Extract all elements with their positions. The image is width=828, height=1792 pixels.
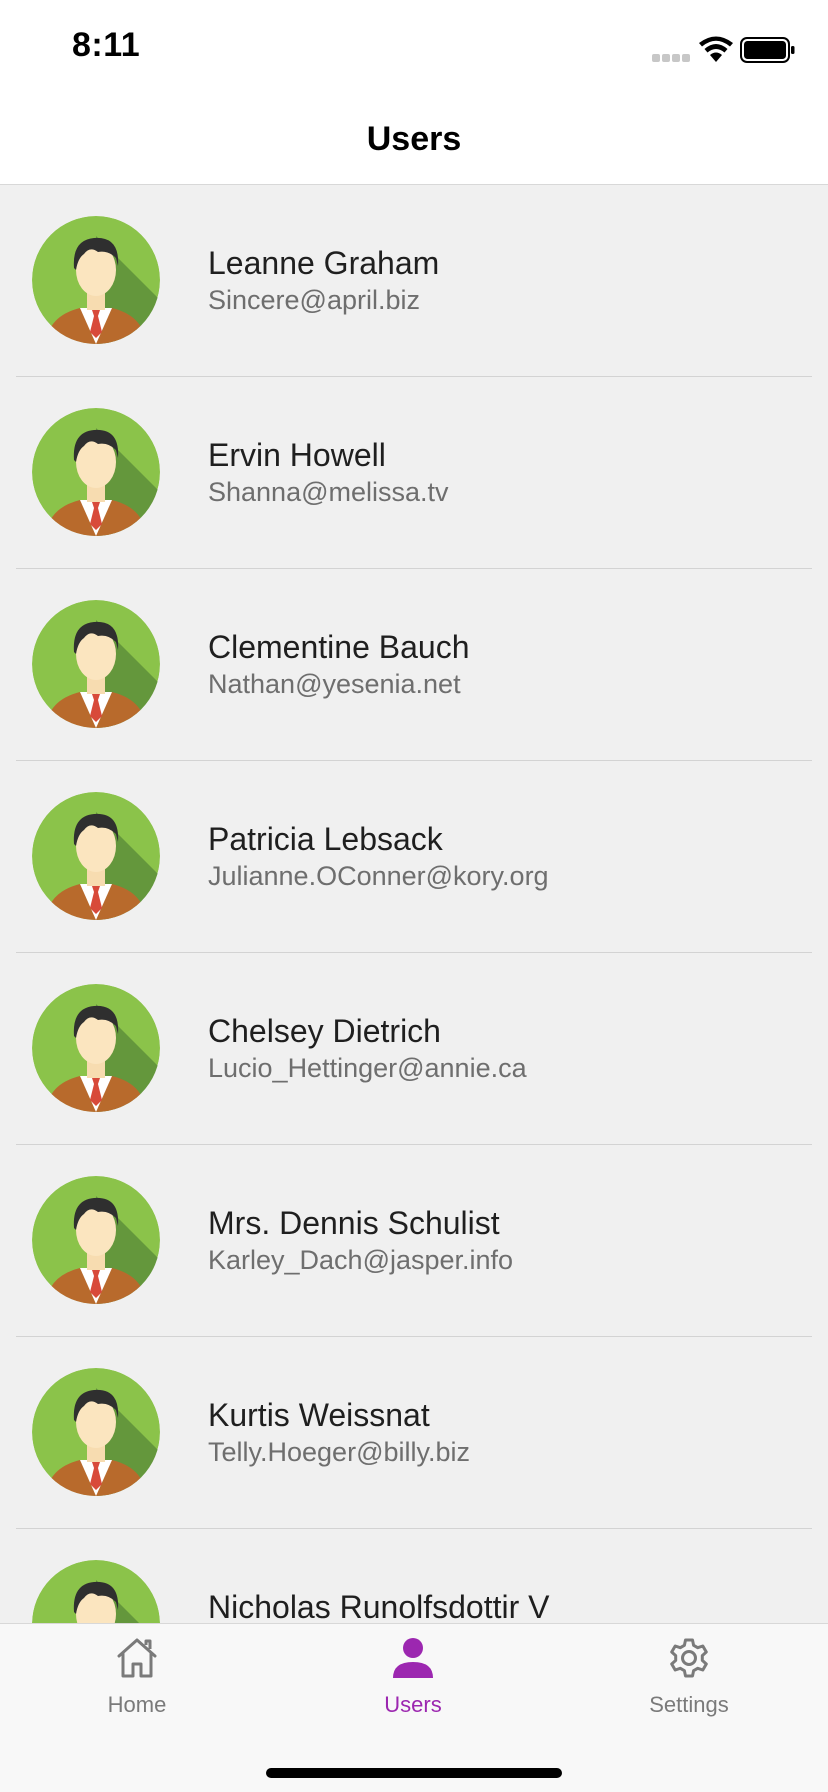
user-email: Shanna@melissa.tv: [208, 477, 449, 507]
avatar: [32, 984, 160, 1112]
list-item[interactable]: Nicholas Runolfsdottir V: [16, 1529, 812, 1623]
avatar: [32, 600, 160, 728]
tab-settings[interactable]: Settings: [599, 1634, 779, 1734]
user-name: Kurtis Weissnat: [208, 1397, 430, 1433]
user-email: Julianne.OConner@kory.org: [208, 861, 549, 891]
avatar: [32, 792, 160, 920]
tab-label: Users: [384, 1692, 442, 1717]
user-name: Nicholas Runolfsdottir V: [208, 1589, 550, 1623]
user-email: Lucio_Hettinger@annie.ca: [208, 1053, 527, 1083]
avatar: [32, 408, 160, 536]
tab-bar: Home Users Settings: [0, 1623, 828, 1792]
tab-label: Home: [107, 1692, 167, 1717]
user-email: Sincere@april.biz: [208, 285, 420, 315]
navigation-bar: Users: [0, 96, 828, 185]
gear-icon: [670, 1638, 708, 1678]
user-name: Leanne Graham: [208, 245, 440, 281]
status-time: 8:11: [72, 26, 141, 64]
home-icon: [117, 1638, 157, 1678]
wifi-icon: [699, 36, 733, 62]
tab-home[interactable]: Home: [47, 1634, 227, 1734]
tab-label: Settings: [649, 1692, 729, 1717]
user-name: Mrs. Dennis Schulist: [208, 1205, 500, 1241]
list-item[interactable]: Clementine Bauch Nathan@yesenia.net: [16, 569, 812, 761]
list-item[interactable]: Patricia Lebsack Julianne.OConner@kory.o…: [16, 761, 812, 953]
user-list[interactable]: Leanne Graham Sincere@april.biz Ervin Ho…: [0, 185, 828, 1623]
list-item[interactable]: Mrs. Dennis Schulist Karley_Dach@jasper.…: [16, 1145, 812, 1337]
user-email: Telly.Hoeger@billy.biz: [208, 1437, 470, 1467]
list-item[interactable]: Leanne Graham Sincere@april.biz: [16, 185, 812, 377]
user-email: Nathan@yesenia.net: [208, 669, 461, 699]
users-screen: 8:11 Users Leanne Graham Sincere@april.b…: [0, 0, 828, 1792]
user-name: Patricia Lebsack: [208, 821, 443, 857]
cellular-signal-icon: [652, 54, 690, 62]
avatar: [32, 1560, 160, 1623]
user-email: Karley_Dach@jasper.info: [208, 1245, 514, 1275]
home-indicator: [266, 1768, 562, 1778]
user-name: Ervin Howell: [208, 437, 386, 473]
status-bar: 8:11: [0, 0, 828, 96]
user-name: Chelsey Dietrich: [208, 1013, 441, 1049]
tab-users[interactable]: Users: [323, 1634, 503, 1734]
list-item[interactable]: Ervin Howell Shanna@melissa.tv: [16, 377, 812, 569]
avatar: [32, 1368, 160, 1496]
page-title: Users: [366, 120, 462, 158]
list-item[interactable]: Chelsey Dietrich Lucio_Hettinger@annie.c…: [16, 953, 812, 1145]
list-item[interactable]: Kurtis Weissnat Telly.Hoeger@billy.biz: [16, 1337, 812, 1529]
avatar: [32, 216, 160, 344]
battery-icon: [740, 37, 795, 63]
avatar: [32, 1176, 160, 1304]
user-name: Clementine Bauch: [208, 629, 470, 665]
person-icon: [393, 1638, 433, 1678]
